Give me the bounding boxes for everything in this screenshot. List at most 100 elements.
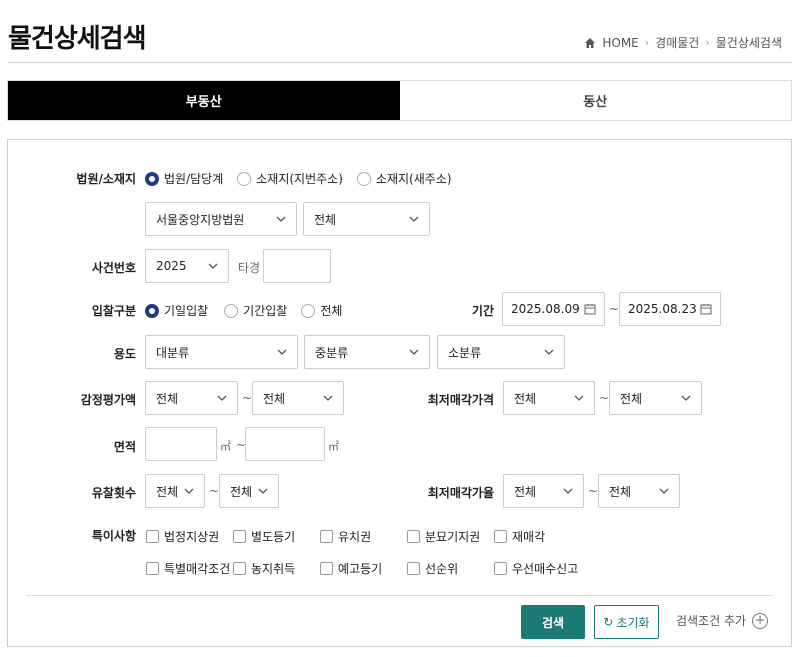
checkbox-icon [320,530,333,543]
page-title: 물건상세검색 [8,24,147,54]
add-condition-button[interactable]: 검색조건 추가 + [676,612,769,629]
checkbox-label: 예고등기 [338,562,383,576]
search-button[interactable]: 검색 [521,605,585,639]
usage-middle-select[interactable]: 중분류 [304,335,430,369]
checkbox-label: 특별매각조건 [164,562,231,576]
home-icon[interactable] [584,37,596,49]
title-divider [8,62,792,63]
reset-button[interactable]: ↻ 초기화 [594,605,659,639]
check-legal-surface-right[interactable]: 법정지상권 [146,528,219,545]
check-special-sale-condition[interactable]: 특별매각조건 [146,560,230,577]
usage-label: 용도 [113,347,136,361]
actions-divider [26,595,773,596]
select-value: 전체 [156,484,179,499]
tilde-separator: ~ [609,302,620,316]
court-select[interactable]: 서울중앙지방법원 [145,202,297,236]
dept-select[interactable]: 전체 [303,202,430,236]
radio-date-bid[interactable]: 기일입찰 [145,302,208,319]
checkbox-label: 우선매수신고 [512,562,579,576]
breadcrumb-auction[interactable]: 경매물건 [655,34,699,51]
checkbox-icon [233,530,246,543]
checkbox-label: 별도등기 [251,530,296,544]
min-price-to-select[interactable]: 전체 [609,381,702,415]
checkbox-icon [407,562,420,575]
fail-count-to-select[interactable]: 전체 [219,474,279,508]
breadcrumb-current: 물건상세검색 [715,36,782,50]
tab-real-estate[interactable]: 부동산 [8,81,400,120]
radio-all-bid[interactable]: 전체 [301,302,342,319]
min-price-from-select[interactable]: 전체 [503,381,595,415]
refresh-icon: ↻ [603,615,614,629]
select-value: 전체 [609,484,632,499]
select-value: 서울중앙지방법원 [156,212,245,227]
calendar-icon[interactable] [584,303,596,315]
case-year-select[interactable]: 2025 [145,249,229,283]
chevron-right-icon: › [644,36,650,49]
check-resale[interactable]: 재매각 [494,528,545,545]
reset-label: 초기화 [616,615,650,630]
area-to-input[interactable] [245,427,325,461]
court-radio-group: 법원/담당계 소재지(지번주소) 소재지(새주소) [145,170,464,187]
usage-major-select[interactable]: 대분류 [145,335,298,369]
tilde-separator: ~ [599,391,610,405]
court-label: 법원/소재지 [76,172,136,186]
area-label: 면적 [113,440,136,454]
check-grave-site-right[interactable]: 분묘기지권 [407,528,480,545]
radio-lot-address[interactable]: 소재지(지번주소) [237,170,343,187]
period-from-input[interactable]: 2025.08.09 [502,292,605,326]
appraisal-to-select[interactable]: 전체 [252,381,344,415]
check-senior-priority[interactable]: 선순위 [407,560,458,577]
radio-icon [356,171,371,186]
fail-count-from-select[interactable]: 전체 [145,474,205,508]
tilde-separator: ~ [242,391,253,405]
checkbox-icon [320,562,333,575]
select-value: 전체 [263,391,286,406]
chevron-down-icon [563,488,573,494]
min-price-label: 최저매각가격 [427,393,494,407]
usage-minor-select[interactable]: 소분류 [437,335,565,369]
case-number-input[interactable] [263,249,331,283]
chevron-down-icon [681,395,691,401]
checkbox-label: 농지취득 [251,562,296,576]
check-preemptive-purchase[interactable]: 우선매수신고 [494,560,578,577]
add-condition-label: 검색조건 추가 [676,614,747,628]
chevron-down-icon [544,349,554,355]
tab-bar: 부동산 동산 [7,80,792,121]
tab-movable[interactable]: 동산 [399,81,791,120]
radio-label: 기일입찰 [164,304,209,318]
radio-label: 기간입찰 [243,304,288,318]
min-rate-to-select[interactable]: 전체 [598,474,680,508]
period-to-input[interactable]: 2025.08.23 [619,292,721,326]
check-lien[interactable]: 유치권 [320,528,371,545]
checkbox-label: 재매각 [512,530,546,544]
check-farmland-acquisition[interactable]: 농지취득 [233,560,295,577]
breadcrumb-home[interactable]: HOME [602,36,638,50]
appraisal-from-select[interactable]: 전체 [145,381,238,415]
chevron-down-icon [409,349,419,355]
select-value: 소분류 [448,345,482,360]
min-rate-label: 최저매각가율 [427,486,494,500]
checkbox-label: 선순위 [425,562,459,576]
radio-label: 소재지(지번주소) [256,172,343,186]
radio-checked-icon [145,303,159,318]
radio-checked-icon [145,171,159,186]
min-rate-from-select[interactable]: 전체 [503,474,584,508]
checkbox-icon [233,562,246,575]
select-value: 전체 [514,391,537,406]
checkbox-icon [407,530,420,543]
checkbox-icon [146,530,159,543]
radio-icon [237,171,252,186]
check-separate-registration[interactable]: 별도등기 [233,528,295,545]
radio-road-address[interactable]: 소재지(새주소) [356,170,452,187]
calendar-icon[interactable] [700,303,712,315]
radio-period-bid[interactable]: 기간입찰 [224,302,287,319]
chevron-right-icon: › [705,36,710,49]
plus-circle-icon: + [752,612,769,629]
check-notice-registration[interactable]: 예고등기 [320,560,382,577]
radio-icon [224,303,239,318]
chevron-down-icon [659,488,669,494]
radio-court-dept[interactable]: 법원/담당계 [145,170,223,187]
select-value: 중분류 [315,345,349,360]
select-value: 전체 [314,212,337,227]
area-from-input[interactable] [145,427,217,461]
